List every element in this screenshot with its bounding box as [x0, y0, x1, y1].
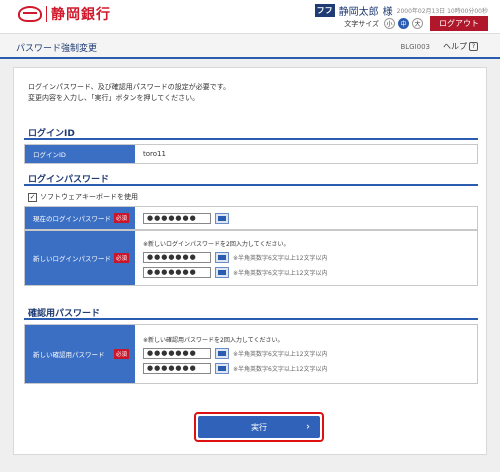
- login-id-row: ログインID toro11: [24, 144, 478, 164]
- execute-button[interactable]: 実行 ›: [198, 416, 320, 438]
- intro-line-1: ログインパスワード、及び確認用パスワードの設定が必要です。: [28, 83, 231, 91]
- new-confirm-password-label-text: 新しい確認用パスワード: [33, 351, 105, 359]
- software-keyboard-icon[interactable]: [215, 362, 229, 374]
- login-id-label: ログインID: [25, 145, 135, 163]
- help-label: ヘルプ: [443, 42, 467, 51]
- password-hint: ※半角英数字6文字以上12文字以内: [233, 365, 328, 373]
- execute-highlight: 実行 ›: [194, 412, 324, 442]
- bank-logo[interactable]: 静岡銀行: [18, 4, 111, 24]
- new-login-password-label-text: 新しいログインパスワード: [33, 255, 111, 263]
- header: 静岡銀行 フフ 静岡太郎 様 2000年02月13日 10時00分00秒 文字サ…: [0, 0, 500, 33]
- new-login-password-body: ※新しいログインパスワードを2回入力してください。 ●●●●●●● ※半角英数字…: [135, 231, 477, 285]
- new-login-password-input-1[interactable]: ●●●●●●●: [143, 251, 211, 263]
- new-confirm-password-row: 新しい確認用パスワード 必須 ※新しい確認用パスワードを2回入力してください。 …: [24, 324, 478, 384]
- confirm-password-section-title: 確認用パスワード: [28, 309, 101, 319]
- software-keyboard-icon[interactable]: [215, 212, 229, 224]
- intro-line-2: 変更内容を入力し、「実行」ボタンを押してください。: [28, 94, 200, 102]
- new-confirm-password-line-2: ●●●●●●● ※半角英数字6文字以上12文字以内: [143, 362, 477, 374]
- new-confirm-password-note: ※新しい確認用パスワードを2回入力してください。: [143, 336, 284, 344]
- current-password-input[interactable]: ●●●●●●●: [143, 212, 211, 224]
- new-confirm-password-input-2[interactable]: ●●●●●●●: [143, 362, 211, 374]
- current-password-row: 現在のログインパスワード 必須 ●●●●●●●: [24, 206, 478, 230]
- login-id-section-header: ログインID: [24, 122, 478, 140]
- new-confirm-password-input-1[interactable]: ●●●●●●●: [143, 347, 211, 359]
- required-badge: 必須: [113, 213, 129, 223]
- intro-text: ログインパスワード、及び確認用パスワードの設定が必要です。 変更内容を入力し、「…: [28, 82, 230, 104]
- required-badge: 必須: [113, 349, 129, 359]
- current-password-label: 現在のログインパスワード 必須: [25, 207, 135, 229]
- logo-divider: [46, 6, 47, 22]
- main-area: ログインパスワード、及び確認用パスワードの設定が必要です。 変更内容を入力し、「…: [0, 59, 500, 472]
- text-size-large-button[interactable]: 大: [412, 18, 423, 29]
- user-badge: フフ: [314, 4, 335, 17]
- bank-name: 静岡銀行: [51, 7, 111, 23]
- text-size-controls: 文字サイズ 小 中 大 ログアウト: [344, 16, 488, 31]
- help-icon: ?: [469, 42, 478, 51]
- password-hint: ※半角英数字6文字以上12文字以内: [233, 254, 328, 262]
- execute-label: 実行: [251, 422, 267, 432]
- login-id-section-title: ログインID: [28, 129, 75, 139]
- new-login-password-label: 新しいログインパスワード 必須: [25, 231, 135, 285]
- page-title-bar: パスワード強制変更 BLGI003 ヘルプ ?: [0, 33, 500, 59]
- new-confirm-password-line-1: ●●●●●●● ※半角英数字6文字以上12文字以内: [143, 347, 477, 359]
- software-keyboard-checkbox[interactable]: ✓: [28, 192, 37, 202]
- software-keyboard-icon[interactable]: [215, 251, 229, 263]
- page-title: パスワード強制変更: [16, 44, 98, 54]
- help-link[interactable]: ヘルプ ?: [443, 41, 478, 52]
- login-id-value: toro11: [143, 150, 166, 158]
- software-keyboard-icon[interactable]: [215, 347, 229, 359]
- new-login-password-line-1: ●●●●●●● ※半角英数字6文字以上12文字以内: [143, 251, 477, 263]
- login-password-section-header: ログインパスワード: [24, 168, 478, 186]
- last-login-time: 2000年02月13日 10時00分00秒: [396, 8, 488, 15]
- text-size-label: 文字サイズ: [344, 19, 379, 28]
- text-size-medium-button[interactable]: 中: [398, 18, 409, 29]
- new-login-password-input-2[interactable]: ●●●●●●●: [143, 266, 211, 278]
- text-size-small-button[interactable]: 小: [384, 18, 395, 29]
- current-password-label-text: 現在のログインパスワード: [33, 215, 111, 223]
- login-id-label-text: ログインID: [33, 151, 66, 159]
- new-confirm-password-label: 新しい確認用パスワード 必須: [25, 325, 135, 383]
- software-keyboard-label: ソフトウェアキーボードを使用: [40, 193, 138, 201]
- new-confirm-password-body: ※新しい確認用パスワードを2回入力してください。 ●●●●●●● ※半角英数字6…: [135, 325, 477, 383]
- required-badge: 必須: [113, 253, 129, 263]
- logout-button[interactable]: ログアウト: [430, 16, 488, 31]
- password-hint: ※半角英数字6文字以上12文字以内: [233, 350, 328, 358]
- current-password-field-line: ●●●●●●●: [143, 212, 477, 224]
- bank-logo-icon: [18, 6, 42, 22]
- software-keyboard-icon[interactable]: [215, 266, 229, 278]
- current-password-body: ●●●●●●●: [135, 207, 477, 229]
- login-id-body: toro11: [135, 145, 477, 163]
- content-panel: ログインパスワード、及び確認用パスワードの設定が必要です。 変更内容を入力し、「…: [13, 67, 487, 455]
- new-login-password-note: ※新しいログインパスワードを2回入力してください。: [143, 240, 290, 248]
- new-login-password-row: 新しいログインパスワード 必須 ※新しいログインパスワードを2回入力してください…: [24, 230, 478, 286]
- confirm-password-section-header: 確認用パスワード: [24, 302, 478, 320]
- software-keyboard-option[interactable]: ✓ ソフトウェアキーボードを使用: [28, 192, 138, 202]
- chevron-right-icon: ›: [306, 421, 310, 433]
- login-password-section-title: ログインパスワード: [28, 175, 110, 185]
- screen-id: BLGI003: [400, 43, 430, 51]
- new-login-password-line-2: ●●●●●●● ※半角英数字6文字以上12文字以内: [143, 266, 477, 278]
- password-hint: ※半角英数字6文字以上12文字以内: [233, 269, 328, 277]
